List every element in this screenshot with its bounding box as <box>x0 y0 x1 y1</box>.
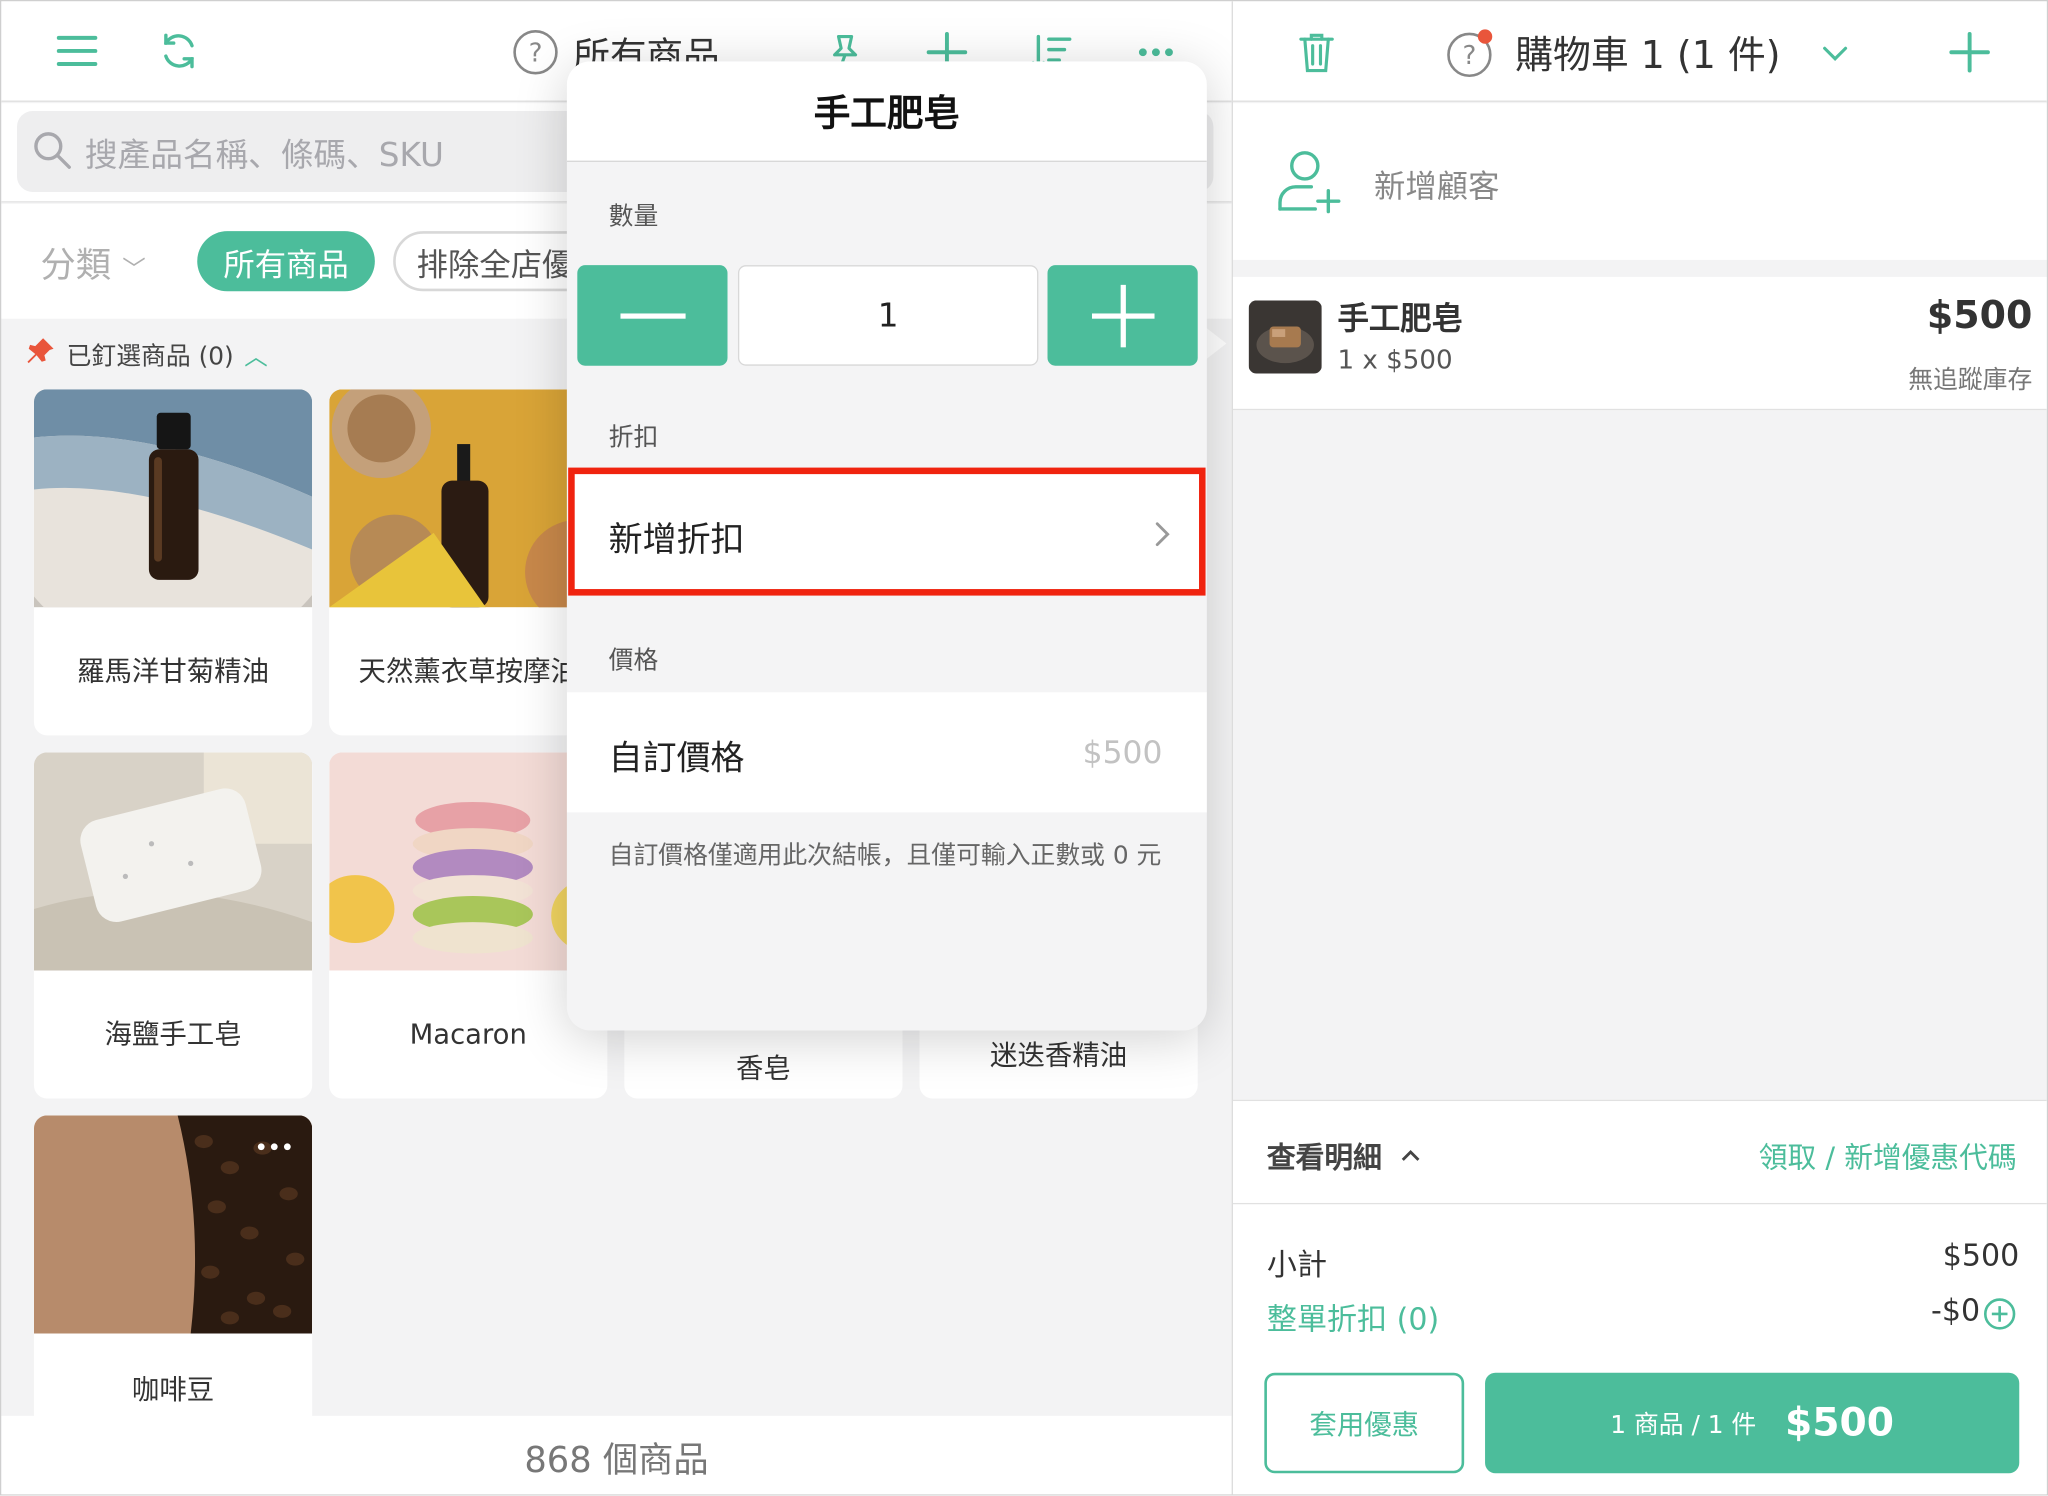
pinned-label: 已釘選商品 (0) <box>66 342 234 371</box>
plus-icon <box>1091 284 1154 347</box>
view-details-toggle[interactable]: 查看明細 <box>1267 1135 1421 1177</box>
product-card[interactable]: 海鹽手工皂 <box>33 752 313 1099</box>
product-image <box>329 752 608 971</box>
checkout-button[interactable]: 1 商品 / 1 件 $500 <box>1485 1372 2020 1474</box>
apply-promo-button[interactable]: 套用優惠 <box>1264 1372 1465 1474</box>
item-edit-popover: 手工肥皂 數量 1 折扣 新增折扣 價格 自訂價格 $500 自訂價格僅適用此次… <box>566 61 1207 1031</box>
minus-icon <box>619 312 686 319</box>
product-image <box>33 389 313 608</box>
cart-item[interactable]: 手工肥皂 1 x $500 $500 無追蹤庫存 <box>1232 276 2047 411</box>
product-image <box>33 752 313 971</box>
subtotal-value: $500 <box>1942 1239 2020 1274</box>
menu-icon[interactable] <box>51 27 103 74</box>
product-name: 天然薰衣草按摩油 <box>358 655 578 687</box>
add-discount-label: 新增折扣 <box>608 521 745 561</box>
more-icon[interactable] <box>253 1134 295 1160</box>
chevron-up-icon <box>1401 1149 1420 1161</box>
product-name: 海鹽手工皂 <box>104 1018 242 1050</box>
checkout-count: 1 商品 / 1 件 <box>1610 1410 1757 1440</box>
product-name: 羅馬洋甘菊精油 <box>77 655 270 687</box>
cart-item-stock: 無追蹤庫存 <box>1908 365 2033 395</box>
product-card[interactable]: 羅馬洋甘菊精油 <box>33 389 313 736</box>
custom-price-label: 自訂價格 <box>608 739 745 779</box>
product-card[interactable]: 天然薰衣草按摩油 <box>329 389 608 736</box>
product-name: 咖啡豆 <box>131 1373 215 1406</box>
cart-toolbar: ? 購物車 1 (1 件) <box>1232 1 2047 102</box>
view-details-label: 查看明細 <box>1266 1142 1382 1176</box>
chip-all-products[interactable]: 所有商品 <box>197 231 375 292</box>
cart-pane: ? 購物車 1 (1 件) 新增顧客 手工肥皂 1 x $500 $500 無追… <box>1231 1 2047 1495</box>
svg-text:?: ? <box>529 38 543 68</box>
search-placeholder: 搜產品名稱、條碼、SKU <box>84 135 444 174</box>
product-card[interactable]: Macaron <box>329 752 608 1099</box>
chevron-up-icon: ︿ <box>244 342 268 371</box>
popover-title: 手工肥皂 <box>566 61 1207 162</box>
chevron-right-icon <box>1149 519 1175 550</box>
cart-item-name: 手工肥皂 <box>1337 300 1463 337</box>
category-label: 分類 <box>40 245 112 287</box>
increase-quantity-button[interactable] <box>1047 265 1198 366</box>
add-user-icon <box>1275 145 1348 218</box>
product-name: Macaron <box>409 1018 527 1050</box>
custom-price-note: 自訂價格僅適用此次結帳，且僅可輸入正數或 0 元 <box>608 841 1162 870</box>
add-circle-icon[interactable] <box>1980 1294 2019 1333</box>
pinned-section-toggle[interactable]: 已釘選商品 (0) ︿ <box>25 336 268 374</box>
cart-item-thumbnail <box>1248 300 1322 374</box>
cart-item-qty-price: 1 x $500 <box>1337 343 1453 375</box>
category-dropdown[interactable]: 分類 ﹀ <box>40 236 145 287</box>
subtotal-label: 小計 <box>1266 1248 1328 1283</box>
trash-icon[interactable] <box>1293 27 1340 77</box>
search-icon <box>30 127 74 174</box>
cart-item-price: $500 <box>1926 292 2033 337</box>
add-customer-row[interactable] <box>1232 103 2047 260</box>
summary-divider <box>1232 1202 2047 1205</box>
cart-title[interactable]: 購物車 1 (1 件) <box>1515 25 1780 80</box>
product-card[interactable]: 咖啡豆 <box>33 1115 313 1462</box>
order-discount-value: -$0 <box>1930 1294 1981 1329</box>
chevron-down-icon[interactable] <box>1816 35 1855 72</box>
order-discount-link[interactable]: 整單折扣 (0) <box>1267 1294 1439 1338</box>
cart-summary: 查看明細 領取 / 新增優惠代碼 小計 $500 整單折扣 (0) -$0 套用… <box>1232 1099 2047 1495</box>
refresh-icon[interactable] <box>153 25 205 77</box>
quantity-field[interactable]: 1 <box>737 265 1039 366</box>
add-cart-icon[interactable] <box>1944 27 1996 77</box>
pos-screen: ? 所有商品 搜產品名稱、條碼、SKU 分類 ﹀ 所有商品 排除全店優 已釘選商… <box>0 0 2048 1496</box>
checkout-total: $500 <box>1784 1400 1895 1446</box>
quantity-label: 數量 <box>608 202 659 232</box>
help-icon[interactable]: ? <box>511 27 561 77</box>
discount-label: 折扣 <box>608 423 659 452</box>
product-image <box>329 389 608 608</box>
add-discount-row[interactable]: 新增折扣 <box>568 467 1206 596</box>
pin-filled-icon <box>25 336 56 374</box>
add-customer-label: 新增顧客 <box>1374 168 1500 206</box>
custom-price-input[interactable]: $500 <box>1083 734 1163 771</box>
decrease-quantity-button[interactable] <box>577 265 728 366</box>
price-label: 價格 <box>608 646 659 676</box>
coupon-link[interactable]: 領取 / 新增優惠代碼 <box>1759 1135 2017 1177</box>
svg-text:?: ? <box>1462 41 1476 71</box>
product-count: 868 個商品 <box>1 1415 1232 1495</box>
help-icon[interactable]: ? <box>1442 25 1497 80</box>
custom-price-row[interactable]: 自訂價格 $500 <box>566 692 1207 813</box>
chevron-down-icon: ﹀ <box>122 255 146 284</box>
